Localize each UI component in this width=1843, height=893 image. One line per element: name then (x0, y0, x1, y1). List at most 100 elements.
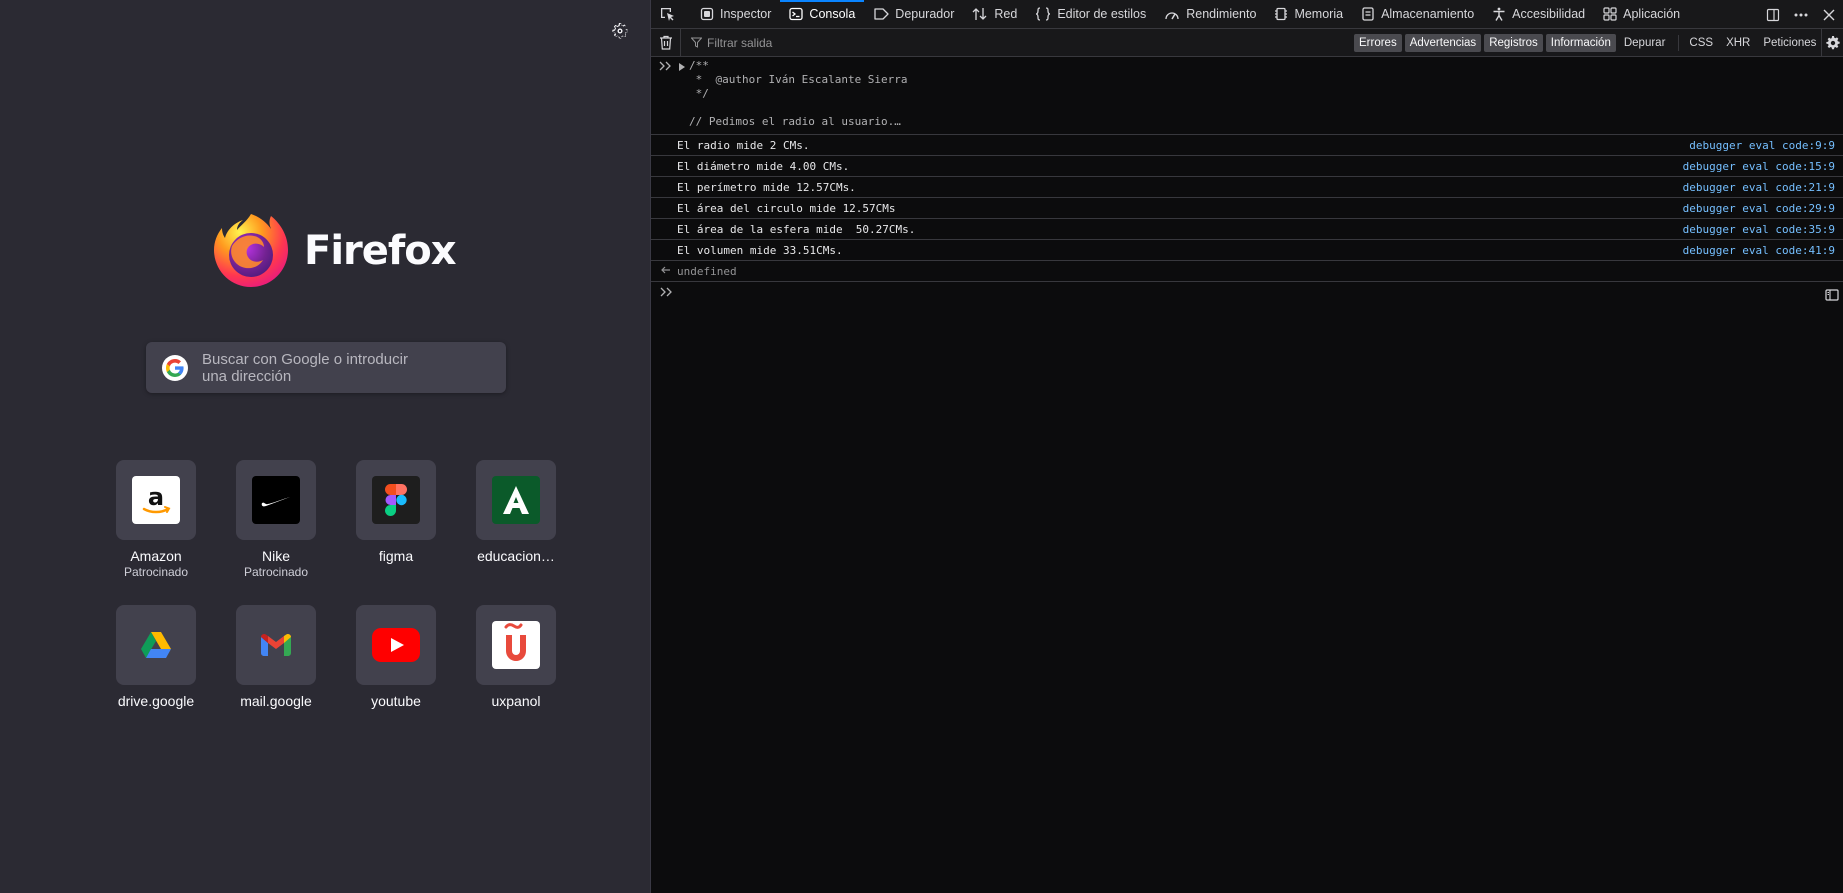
tab-label: Accesibilidad (1512, 7, 1586, 21)
network-icon (972, 8, 987, 20)
firefox-logo-icon (214, 214, 288, 287)
input-prompt-chevron-icon (659, 61, 671, 71)
tile-label: figma (378, 548, 414, 564)
tile-label: youtube (371, 693, 421, 709)
filter-debug-button[interactable]: Depurar (1619, 34, 1671, 52)
personalize-settings-gear-icon[interactable] (610, 21, 630, 41)
tab-network[interactable]: Red (963, 0, 1026, 29)
top-site-educacion[interactable]: educacion… (456, 460, 576, 579)
tile-label: drive.google (117, 693, 195, 709)
input-echo-code: /** * @author Iván Escalante Sierra */ /… (689, 59, 908, 128)
tab-label: Editor de estilos (1057, 7, 1147, 21)
console-js-input[interactable] (651, 282, 1843, 306)
top-site-amazon[interactable]: a Amazon Patrocinado (96, 460, 216, 579)
dock-side-icon[interactable] (1759, 0, 1787, 29)
clear-console-trash-icon[interactable] (651, 28, 681, 57)
tab-memory[interactable]: Memoria (1265, 0, 1352, 29)
more-options-icon[interactable] (1787, 0, 1815, 29)
log-message: El área del circulo mide 12.57CMs (677, 202, 896, 215)
tile-box[interactable] (236, 605, 316, 685)
top-site-nike[interactable]: Nike Patrocinado (216, 460, 336, 579)
accessibility-icon (1493, 7, 1505, 21)
filter-xhr-button[interactable]: XHR (1721, 34, 1755, 52)
log-location-link[interactable]: debugger eval code:9:9 (1689, 139, 1835, 152)
tab-debugger[interactable]: Depurador (864, 0, 963, 29)
filter-output-input[interactable]: Filtrar salida (681, 29, 1321, 57)
tile-box[interactable] (476, 605, 556, 685)
tab-storage[interactable]: Almacenamiento (1352, 0, 1483, 29)
firefox-wordmark: Firefox (304, 228, 457, 274)
log-location-link[interactable]: debugger eval code:15:9 (1683, 160, 1835, 173)
top-site-drive-google[interactable]: drive.google (96, 605, 216, 709)
filter-requests-button[interactable]: Peticiones (1758, 34, 1821, 52)
log-row: El perímetro mide 12.57CMs. debugger eva… (651, 177, 1843, 198)
figma-icon (372, 476, 420, 524)
tile-sponsored-label: Patrocinado (243, 565, 309, 579)
tab-performance[interactable]: Rendimiento (1155, 0, 1265, 29)
youtube-icon (372, 621, 420, 669)
log-level-filters: Errores Advertencias Registros Informaci… (1354, 29, 1824, 57)
log-location-link[interactable]: debugger eval code:35:9 (1683, 223, 1835, 236)
console-toolbar: Filtrar salida Errores Advertencias Regi… (651, 28, 1843, 57)
tile-box[interactable] (356, 605, 436, 685)
tile-label: uxpanol (491, 693, 541, 709)
top-site-mail-google[interactable]: mail.google (216, 605, 336, 709)
input-prompt-chevron-icon (660, 287, 672, 297)
tile-box[interactable] (356, 460, 436, 540)
filter-logs-button[interactable]: Registros (1484, 34, 1543, 52)
tab-accessibility[interactable]: Accesibilidad (1483, 0, 1594, 29)
memory-icon (1275, 7, 1288, 21)
filter-warnings-button[interactable]: Advertencias (1404, 34, 1482, 52)
element-picker-button[interactable] (651, 0, 691, 29)
search-input[interactable]: Buscar con Google o introducir una direc… (146, 342, 506, 393)
tile-label: educacion… (477, 548, 555, 564)
element-picker-icon (661, 8, 674, 21)
close-devtools-icon[interactable] (1815, 0, 1843, 29)
tile-label: Nike (261, 548, 290, 564)
style-editor-icon (1036, 7, 1051, 21)
filter-css-button[interactable]: CSS (1684, 34, 1718, 52)
nike-icon (252, 476, 300, 524)
log-location-link[interactable]: debugger eval code:29:9 (1683, 202, 1835, 215)
tile-box[interactable]: a (116, 460, 196, 540)
tab-style-editor[interactable]: Editor de estilos (1026, 0, 1155, 29)
top-site-youtube[interactable]: youtube (336, 605, 456, 709)
top-site-uxpanol[interactable]: uxpanol (456, 605, 576, 709)
filter-info-button[interactable]: Información (1545, 34, 1616, 52)
amazon-icon: a (132, 476, 180, 524)
new-tab-page: Firefox Buscar con Google o introducir u… (0, 0, 650, 893)
log-location-link[interactable]: debugger eval code:41:9 (1683, 244, 1835, 257)
tile-box[interactable] (236, 460, 316, 540)
console-input-echo[interactable]: /** * @author Iván Escalante Sierra */ /… (651, 57, 1843, 135)
tile-label: Amazon (130, 548, 182, 564)
tile-sponsored-label: Patrocinado (123, 565, 189, 579)
tile-box[interactable] (476, 460, 556, 540)
log-row: El área de la esfera mide 50.27CMs. debu… (651, 219, 1843, 240)
uxpanol-icon (492, 621, 540, 669)
top-site-figma[interactable]: figma (336, 460, 456, 579)
result-row: undefined (651, 261, 1843, 282)
performance-icon (1165, 12, 1179, 20)
tab-application[interactable]: Aplicación (1594, 0, 1689, 29)
tile-box[interactable] (116, 605, 196, 685)
log-row: El volumen mide 33.51CMs. debugger eval … (651, 240, 1843, 261)
tab-inspector[interactable]: Inspector (691, 0, 780, 29)
google-drive-icon (132, 621, 180, 669)
toggle-sidebar-icon[interactable] (1821, 286, 1843, 304)
console-output: /** * @author Iván Escalante Sierra */ /… (651, 57, 1843, 306)
devtools-window-controls (1759, 0, 1843, 29)
console-settings-gear-icon[interactable] (1821, 29, 1843, 57)
filter-errors-button[interactable]: Errores (1354, 34, 1402, 52)
expand-twisty-icon[interactable] (679, 63, 685, 71)
tab-label: Depurador (895, 7, 955, 21)
tab-label: Rendimiento (1186, 7, 1257, 21)
tab-label: Consola (809, 7, 856, 21)
junta-andalucia-icon (492, 476, 540, 524)
google-icon (162, 354, 188, 381)
log-location-link[interactable]: debugger eval code:21:9 (1683, 181, 1835, 194)
search-placeholder: Buscar con Google o introducir una direc… (202, 350, 408, 385)
tab-console[interactable]: Consola (780, 0, 865, 29)
log-message: El área de la esfera mide 50.27CMs. (677, 223, 916, 236)
log-message: El radio mide 2 CMs. (677, 139, 810, 152)
result-value: undefined (677, 265, 737, 278)
